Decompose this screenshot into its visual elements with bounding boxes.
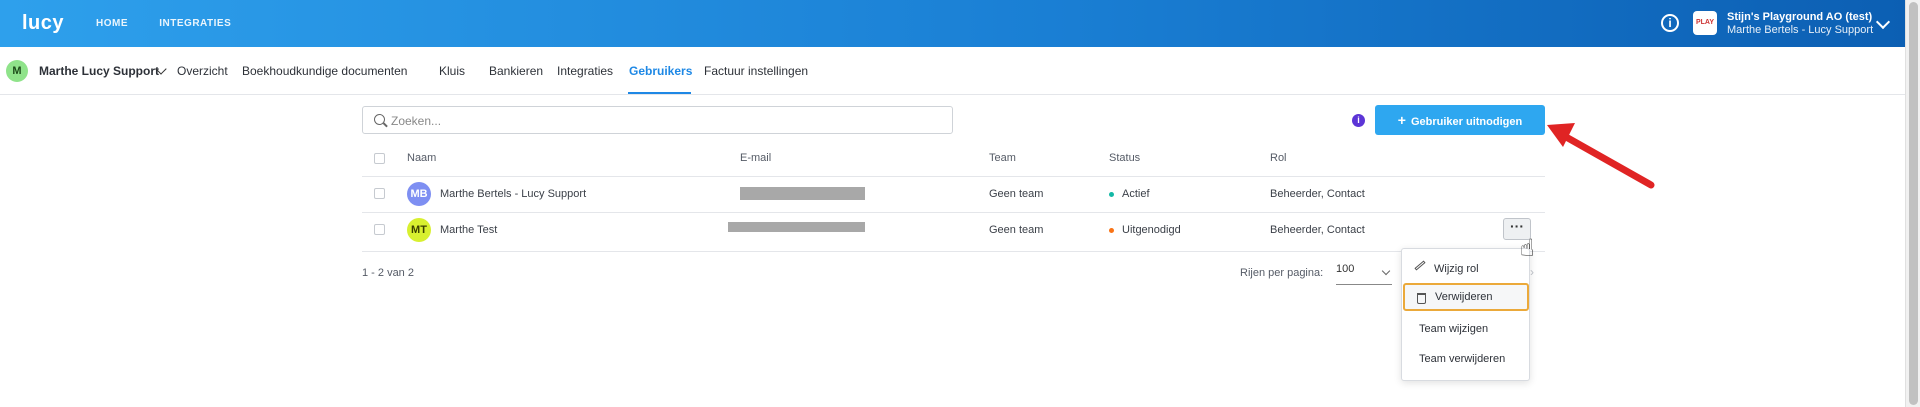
pagination-range: 1 - 2 van 2 bbox=[362, 267, 414, 279]
tab-bankieren[interactable]: Bankieren bbox=[489, 64, 543, 78]
company-name[interactable]: Marthe Lucy Support bbox=[39, 64, 159, 78]
tab-integraties[interactable]: Integraties bbox=[557, 64, 613, 78]
menu-item-label: Team wijzigen bbox=[1419, 323, 1489, 335]
company-avatar: M bbox=[6, 60, 28, 82]
redacted-email bbox=[740, 187, 865, 200]
tab-factuur-instellingen[interactable]: Factuur instellingen bbox=[704, 64, 808, 78]
status-badge: Actief bbox=[1122, 188, 1150, 200]
redacted-email bbox=[728, 222, 865, 232]
menu-item-team-wijzigen[interactable]: Team wijzigen bbox=[1402, 315, 1531, 343]
invite-user-label: Gebruiker uitnodigen bbox=[1410, 116, 1523, 128]
search-box[interactable] bbox=[362, 106, 953, 134]
col-rol[interactable]: Rol bbox=[1270, 152, 1287, 164]
avatar: MT bbox=[407, 218, 431, 242]
user-team: Geen team bbox=[989, 188, 1044, 200]
col-naam[interactable]: Naam bbox=[407, 152, 436, 164]
user-role: Beheerder, Contact bbox=[1270, 188, 1365, 200]
divider bbox=[362, 176, 1545, 177]
chevron-down-icon[interactable] bbox=[1875, 14, 1891, 30]
rows-per-page-value: 100 bbox=[1336, 263, 1355, 275]
menu-item-verwijderen[interactable]: Verwijderen bbox=[1403, 283, 1529, 311]
divider bbox=[362, 251, 1545, 252]
top-nav: HOME INTEGRATIES bbox=[96, 18, 259, 29]
user-name: Marthe Test bbox=[440, 224, 498, 236]
user-role: Beheerder, Contact bbox=[1270, 224, 1365, 236]
row-checkbox[interactable] bbox=[374, 224, 385, 235]
divider bbox=[362, 212, 1545, 213]
scrollbar[interactable] bbox=[1905, 0, 1920, 407]
rows-per-page-select[interactable]: 100 bbox=[1336, 263, 1392, 285]
tab-overzicht[interactable]: Overzicht bbox=[177, 64, 228, 78]
status-dot bbox=[1109, 228, 1114, 233]
user-name: Marthe Bertels - Lucy Support bbox=[440, 188, 587, 200]
select-all-checkbox[interactable] bbox=[374, 153, 385, 164]
avatar: MB bbox=[407, 182, 431, 206]
row-checkbox[interactable] bbox=[374, 188, 385, 199]
nav-home[interactable]: HOME bbox=[96, 18, 128, 29]
status-dot bbox=[1109, 192, 1114, 197]
plus-icon: + bbox=[1397, 112, 1406, 128]
info-icon[interactable]: i bbox=[1661, 14, 1679, 32]
search-input[interactable] bbox=[391, 112, 941, 129]
active-tab-indicator bbox=[628, 92, 691, 94]
top-bar: lucy HOME INTEGRATIES i PLAY Stijn's Pla… bbox=[0, 0, 1905, 47]
org-logo: PLAY bbox=[1693, 11, 1717, 35]
menu-item-label: Team verwijderen bbox=[1419, 353, 1506, 365]
tab-boekhoudkundige-documenten[interactable]: Boekhoudkundige documenten bbox=[242, 64, 407, 78]
red-arrow-annotation bbox=[1547, 123, 1655, 189]
col-status[interactable]: Status bbox=[1109, 152, 1140, 164]
org-user[interactable]: Marthe Bertels - Lucy Support bbox=[1727, 24, 1873, 36]
user-team: Geen team bbox=[989, 224, 1044, 236]
hand-cursor-icon: ☝ bbox=[1520, 235, 1535, 262]
menu-item-wijzig-rol[interactable]: Wijzig rol bbox=[1402, 255, 1531, 283]
menu-item-team-verwijderen[interactable]: Team verwijderen bbox=[1402, 345, 1531, 373]
tab-kluis[interactable]: Kluis bbox=[439, 64, 465, 78]
company-nav: M Marthe Lucy Support Overzicht Boekhoud… bbox=[0, 47, 1905, 95]
tab-gebruikers[interactable]: Gebruikers bbox=[629, 64, 692, 78]
pencil-icon bbox=[1414, 260, 1426, 271]
col-team[interactable]: Team bbox=[989, 152, 1016, 164]
row-context-menu: Wijzig rol Verwijderen Team wijzigen Tea… bbox=[1401, 248, 1530, 381]
info-icon[interactable]: i bbox=[1352, 114, 1365, 127]
invite-user-button[interactable]: + Gebruiker uitnodigen bbox=[1375, 105, 1545, 135]
status-badge: Uitgenodigd bbox=[1122, 224, 1181, 236]
scrollbar-thumb[interactable] bbox=[1909, 2, 1918, 405]
trash-icon bbox=[1417, 293, 1426, 304]
nav-integraties[interactable]: INTEGRATIES bbox=[159, 18, 231, 29]
search-icon bbox=[374, 114, 385, 125]
rows-per-page-label: Rijen per pagina: bbox=[1240, 267, 1324, 279]
menu-item-label: Verwijderen bbox=[1435, 291, 1493, 303]
app-logo[interactable]: lucy bbox=[22, 12, 64, 35]
menu-item-label: Wijzig rol bbox=[1434, 263, 1479, 275]
org-name[interactable]: Stijn's Playground AO (test) bbox=[1727, 11, 1872, 23]
col-email[interactable]: E-mail bbox=[740, 152, 771, 164]
